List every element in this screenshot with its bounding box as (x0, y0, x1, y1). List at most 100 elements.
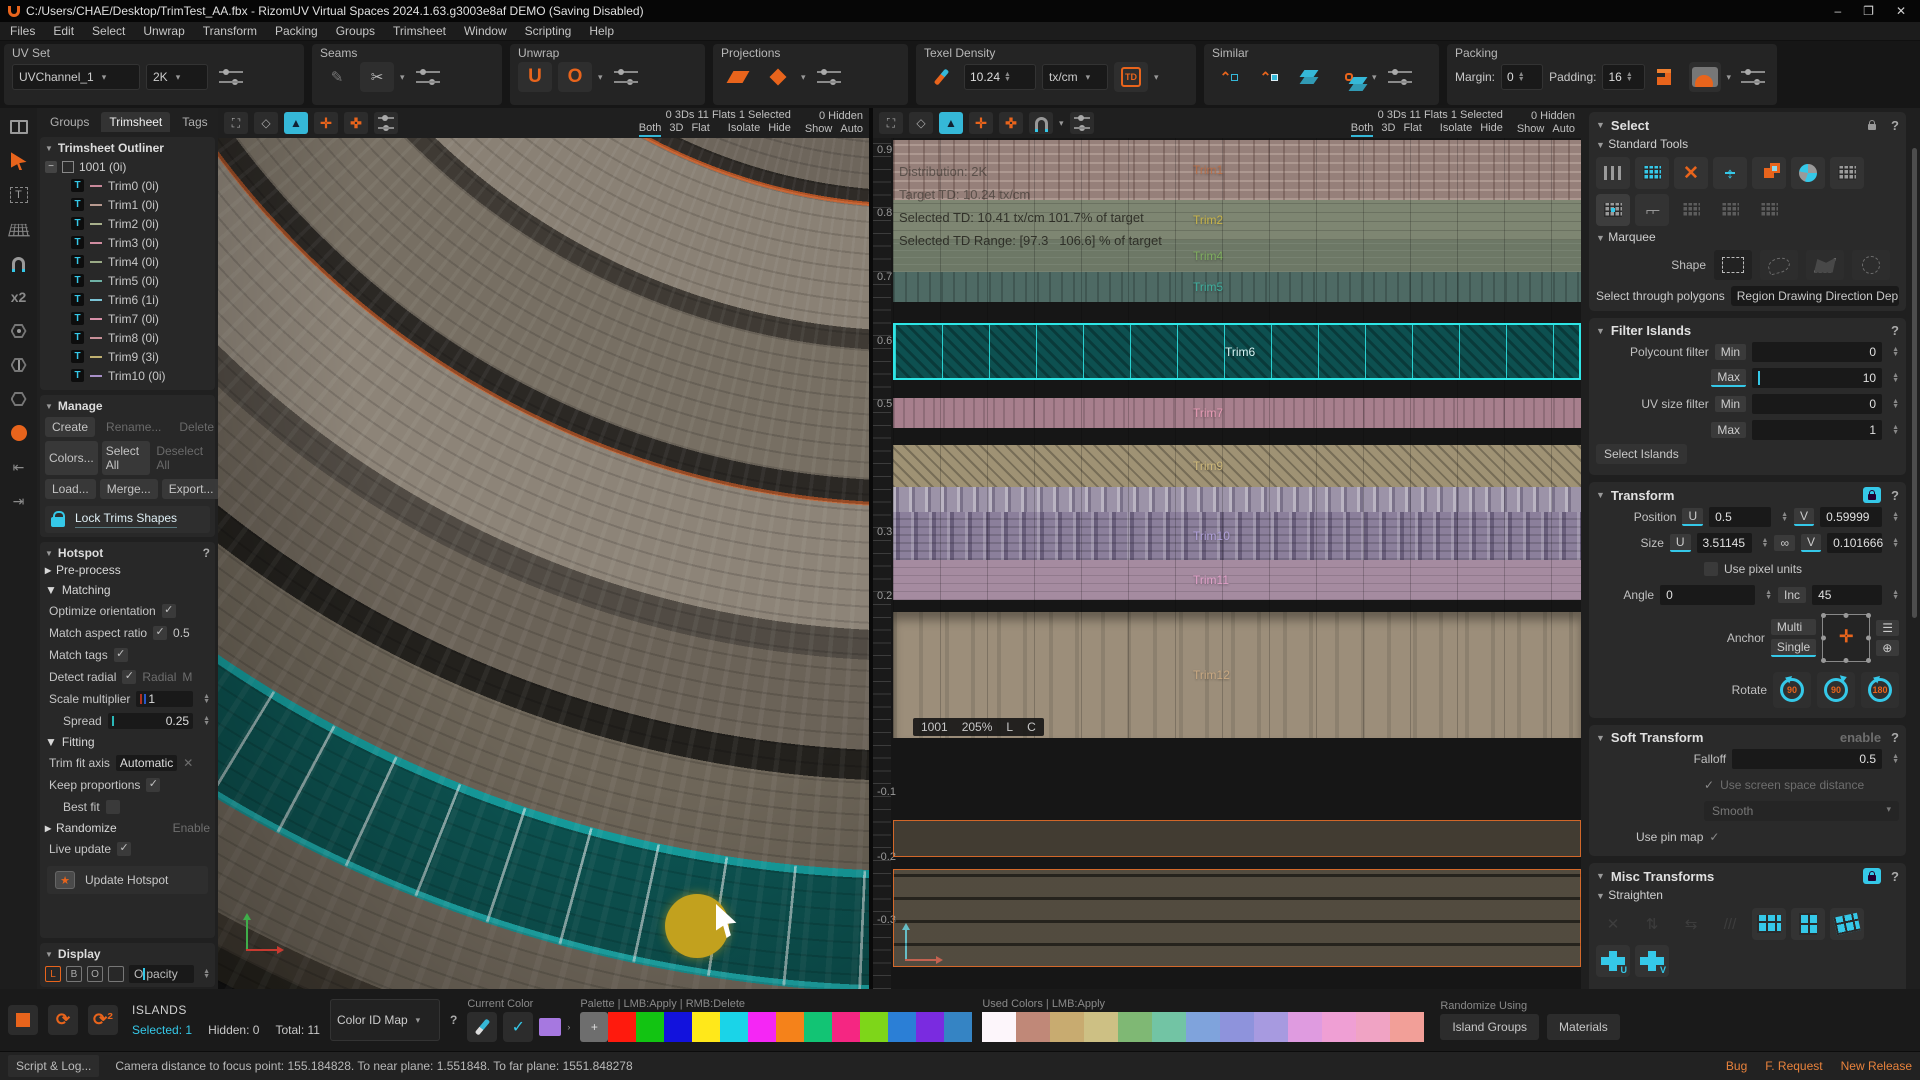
polygon-mode-icon[interactable] (7, 388, 31, 410)
trim-fit-clear-icon[interactable]: ✕ (183, 756, 193, 770)
tab-trimsheet[interactable]: Trimsheet (101, 112, 170, 132)
minimize-button[interactable]: – (1834, 4, 1841, 18)
td-dropdown-icon[interactable]: ▾ (1154, 72, 1159, 83)
tree-root-row[interactable]: − 1001 (0i) (45, 158, 210, 176)
anchor-bars-icon[interactable]: ☰ (1876, 620, 1899, 636)
seam-cut-icon[interactable]: ✂ (360, 62, 394, 92)
used-color-swatch[interactable] (1118, 1012, 1152, 1042)
used-color-swatch[interactable] (1186, 1012, 1220, 1042)
position-v-field[interactable]: 0.59999 (1820, 507, 1882, 527)
anchor-grid[interactable]: ✛ (1822, 614, 1870, 662)
straighten-cross-icon[interactable]: ✕ (1596, 908, 1630, 940)
color-map-select[interactable]: Color ID Map▾ (330, 999, 440, 1041)
mode-both[interactable]: Both (1351, 122, 1374, 137)
radial-option[interactable]: Radial (142, 670, 176, 684)
keep-proportions-checkbox[interactable]: ✓ (146, 778, 160, 792)
trim-row[interactable]: T Trim1 (0i) (45, 195, 210, 214)
transform-lock-icon[interactable] (1863, 487, 1881, 503)
transform-help-icon[interactable]: ? (1891, 488, 1899, 503)
marquee-circle-icon[interactable] (1852, 250, 1890, 280)
falloff-curve-select[interactable]: Smooth▾ (1704, 801, 1899, 821)
size-u-field[interactable]: 3.51145 (1697, 533, 1752, 553)
seams-options-icon[interactable] (411, 62, 445, 92)
frame-view-icon[interactable]: ⛶ (879, 112, 903, 134)
live-update-checkbox[interactable]: ✓ (117, 842, 131, 856)
standard-tools-header[interactable]: ▼ Standard Tools (1596, 137, 1899, 151)
focus-selection-icon[interactable]: ✛ (969, 112, 993, 134)
screen-space-label[interactable]: Use screen space distance (1720, 778, 1864, 792)
opacity-field[interactable]: Opacity (129, 965, 194, 983)
palette-swatch[interactable] (776, 1012, 804, 1042)
view-options-icon[interactable] (1070, 112, 1094, 134)
tab-groups[interactable]: Groups (42, 112, 97, 132)
tool-deselect-icon[interactable]: ✕ (1674, 157, 1708, 189)
soft-transform-header[interactable]: ▼Soft Transform enable? (1596, 730, 1899, 745)
td-unit-select[interactable]: tx/cm▾ (1042, 64, 1108, 90)
straighten-plus-v-icon[interactable]: V (1635, 945, 1669, 977)
used-color-swatch[interactable] (1050, 1012, 1084, 1042)
trim-row[interactable]: T Trim9 (3i) (45, 347, 210, 366)
isolate-button[interactable]: Isolate (728, 122, 760, 137)
palette-swatch[interactable] (804, 1012, 832, 1042)
straighten-plus-u-icon[interactable]: U (1596, 945, 1630, 977)
select-islands-button[interactable]: Select Islands (1596, 444, 1687, 464)
poly-min-field[interactable]: 0 (1752, 342, 1882, 362)
select-lock-icon[interactable] (1863, 117, 1881, 133)
hotspot-header[interactable]: ▼Hotspot? (45, 546, 210, 560)
unwrap-o-button[interactable]: O (558, 62, 592, 92)
straighten-updown-icon[interactable]: ⇅ (1635, 908, 1669, 940)
status-link[interactable]: Bug (1726, 1059, 1747, 1073)
fitting-header[interactable]: ▼Fitting (45, 732, 210, 752)
merge-button[interactable]: Merge... (100, 479, 158, 499)
texture-view-icon[interactable]: ▲ (939, 112, 963, 134)
focus-all-icon[interactable]: ✜ (999, 112, 1023, 134)
rotate-180-button[interactable]: 180 (1861, 672, 1899, 708)
unwrap-dropdown-icon[interactable]: ▾ (598, 72, 603, 83)
display-o-toggle[interactable]: O (87, 966, 103, 982)
display-l-toggle[interactable]: L (45, 966, 61, 982)
marquee-rect-icon[interactable] (1714, 250, 1752, 280)
tool-corners-icon[interactable]: ⌐⌐ (1635, 194, 1669, 226)
delete-button[interactable]: Delete (172, 417, 218, 437)
uv-max-chip[interactable]: Max (1711, 422, 1746, 438)
similar-dropdown-icon[interactable]: ▾ (1372, 72, 1377, 83)
viewport-3d[interactable]: ⛶ ◇ ▲ ✛ ✜ 0 3Ds 11 Flats 1 Selected Both… (218, 108, 869, 989)
maximize-button[interactable]: ❐ (1863, 4, 1874, 18)
randomize-colors-2-icon[interactable]: ⟳² (88, 1005, 118, 1035)
focus-selection-icon[interactable]: ✛ (314, 112, 338, 134)
projections-options-icon[interactable] (812, 62, 846, 92)
match-aspect-value[interactable]: 0.5 (173, 626, 190, 640)
tool-columns-icon[interactable] (1596, 157, 1630, 189)
planar-projection-icon[interactable] (721, 62, 755, 92)
randomize-colors-icon[interactable]: ⟳ (48, 1005, 78, 1035)
focus-all-icon[interactable]: ✜ (344, 112, 368, 134)
soft-enable-toggle[interactable]: enable (1840, 730, 1881, 745)
mode-both[interactable]: Both (639, 122, 662, 137)
palette-swatch[interactable] (944, 1012, 972, 1042)
used-color-swatch[interactable] (1390, 1012, 1424, 1042)
uv-max-field[interactable]: 1 (1752, 420, 1882, 440)
anchor-multi-button[interactable]: Multi (1771, 619, 1816, 635)
used-color-swatch[interactable] (1220, 1012, 1254, 1042)
texture-view-icon[interactable]: ▲ (284, 112, 308, 134)
palette-swatch[interactable] (888, 1012, 916, 1042)
trim-row[interactable]: T Trim0 (0i) (45, 176, 210, 195)
select-header[interactable]: ▼Select ? (1596, 117, 1899, 133)
palette-swatch[interactable] (608, 1012, 636, 1042)
menu-item[interactable]: Files (10, 24, 35, 38)
collapse-icon[interactable]: − (45, 161, 57, 173)
trim-row[interactable]: T Trim3 (0i) (45, 233, 210, 252)
collapse-left-icon[interactable]: ⇤ (7, 456, 31, 478)
export-button[interactable]: Export... (162, 479, 218, 499)
snap-magnet-icon[interactable] (1029, 112, 1053, 134)
palette-swatch[interactable] (720, 1012, 748, 1042)
uv-channel-select[interactable]: UVChannel_1▾ (12, 64, 140, 90)
close-button[interactable]: ✕ (1896, 4, 1906, 18)
add-color-swatch[interactable]: + (580, 1012, 608, 1042)
box-projection-icon[interactable] (761, 62, 795, 92)
menu-item[interactable]: Unwrap (143, 24, 184, 38)
shaded-view-icon[interactable]: ◇ (909, 112, 933, 134)
display-empty-toggle[interactable] (108, 966, 124, 982)
td-picker-icon[interactable] (924, 62, 958, 92)
poly-min-chip[interactable]: Min (1715, 344, 1746, 360)
